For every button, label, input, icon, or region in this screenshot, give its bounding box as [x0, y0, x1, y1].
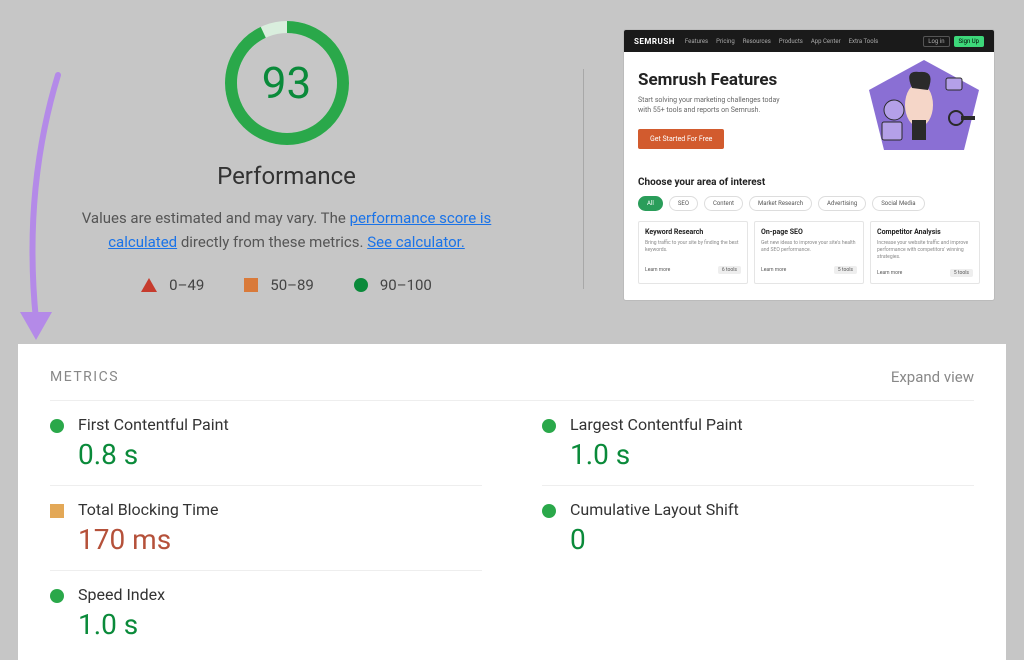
status-avg-icon: [50, 504, 64, 518]
thumbnail-panel: SEMRUSH Features Pricing Resources Produ…: [624, 18, 994, 340]
performance-gauge: 93: [222, 18, 352, 148]
thumb-cards: Keyword Research Bring traffic to your s…: [638, 221, 980, 284]
thumb-card: Keyword Research Bring traffic to your s…: [638, 221, 748, 284]
thumb-logo: SEMRUSH: [634, 37, 675, 46]
metric-cls[interactable]: Cumulative Layout Shift 0: [542, 486, 974, 571]
metrics-panel: METRICS Expand view First Contentful Pai…: [18, 344, 1006, 660]
thumb-illustration: [864, 60, 984, 160]
metrics-header: METRICS Expand view: [50, 368, 974, 401]
performance-title: Performance: [217, 162, 356, 190]
performance-score: 93: [222, 18, 352, 148]
thumb-nav: Features Pricing Resources Products App …: [685, 38, 878, 45]
thumb-body: Semrush Features Start solving your mark…: [624, 52, 994, 300]
thumb-card: Competitor Analysis Increase your websit…: [870, 221, 980, 284]
thumb-auth: Log in Sign Up: [923, 36, 984, 47]
thumb-header: SEMRUSH Features Pricing Resources Produ…: [624, 30, 994, 52]
page-thumbnail: SEMRUSH Features Pricing Resources Produ…: [624, 30, 994, 300]
score-legend: 0–49 50–89 90–100: [141, 276, 432, 294]
triangle-icon: [141, 278, 157, 292]
circle-icon: [354, 278, 368, 292]
square-icon: [244, 278, 258, 292]
status-good-icon: [542, 419, 556, 433]
legend-avg: 50–89: [244, 276, 314, 294]
metrics-grid: First Contentful Paint 0.8 s Largest Con…: [50, 401, 974, 655]
vertical-divider: [583, 69, 584, 289]
status-good-icon: [50, 589, 64, 603]
metric-fcp[interactable]: First Contentful Paint 0.8 s: [50, 401, 482, 486]
metric-tbt[interactable]: Total Blocking Time 170 ms: [50, 486, 482, 571]
status-good-icon: [50, 419, 64, 433]
performance-panel: 93 Performance Values are estimated and …: [30, 18, 543, 340]
legend-poor: 0–49: [141, 276, 204, 294]
metric-lcp[interactable]: Largest Contentful Paint 1.0 s: [542, 401, 974, 486]
top-section: 93 Performance Values are estimated and …: [0, 0, 1024, 340]
expand-view-button[interactable]: Expand view: [891, 368, 974, 386]
thumb-card: On-page SEO Get new ideas to improve you…: [754, 221, 864, 284]
thumb-cta: Get Started For Free: [638, 129, 724, 149]
calc-link-2[interactable]: See calculator.: [367, 233, 465, 251]
metrics-title: METRICS: [50, 369, 119, 385]
performance-description: Values are estimated and may vary. The p…: [72, 206, 502, 254]
thumb-subtitle: Start solving your marketing challenges …: [638, 96, 788, 116]
thumb-pills: All SEO Content Market Research Advertis…: [638, 196, 980, 211]
metric-si[interactable]: Speed Index 1.0 s: [50, 571, 482, 655]
legend-good: 90–100: [354, 276, 432, 294]
status-good-icon: [542, 504, 556, 518]
thumb-interest-title: Choose your area of interest: [638, 177, 980, 188]
